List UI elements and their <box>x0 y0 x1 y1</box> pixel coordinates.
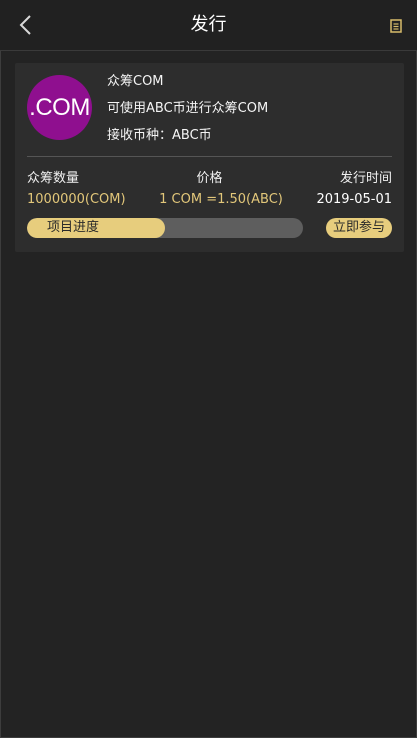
progress-label: 项目进度 <box>47 220 100 235</box>
back-button[interactable] <box>10 10 40 40</box>
offering-name: 众筹COM <box>107 74 164 89</box>
offering-card[interactable]: .COM 众筹COM 可使用ABC币进行众筹COM 接收币种：ABC币 众筹数量… <box>15 63 404 252</box>
document-icon <box>390 19 402 33</box>
quantity-value: 1000000(COM) <box>27 192 126 207</box>
offering-description: 可使用ABC币进行众筹COM <box>107 101 269 116</box>
coin-logo-text: .COM <box>29 93 90 121</box>
top-nav-bar: 发行 <box>0 0 417 51</box>
progress-bar: 项目进度 <box>27 218 303 238</box>
price-label: 价格 <box>196 171 223 186</box>
join-now-button[interactable]: 立即参与 <box>326 218 392 238</box>
chevron-left-icon <box>19 15 31 35</box>
offering-info: 众筹COM 可使用ABC币进行众筹COM 接收币种：ABC币 <box>107 71 268 152</box>
page-title: 发行 <box>190 14 227 35</box>
quantity-label: 众筹数量 <box>27 171 80 186</box>
price-value: 1 COM =1.50(ABC) <box>159 192 283 207</box>
record-button[interactable] <box>387 17 405 35</box>
accepted-currency: 接收币种：ABC币 <box>107 128 212 143</box>
coin-logo: .COM <box>27 75 92 140</box>
date-value: 2019-05-01 <box>316 192 392 207</box>
stats-header-row: 众筹数量 价格 发行时间 <box>27 167 392 186</box>
divider <box>27 156 392 157</box>
date-label: 发行时间 <box>339 171 392 186</box>
stats-value-row: 1000000(COM) 1 COM =1.50(ABC) 2019-05-01 <box>27 192 392 207</box>
